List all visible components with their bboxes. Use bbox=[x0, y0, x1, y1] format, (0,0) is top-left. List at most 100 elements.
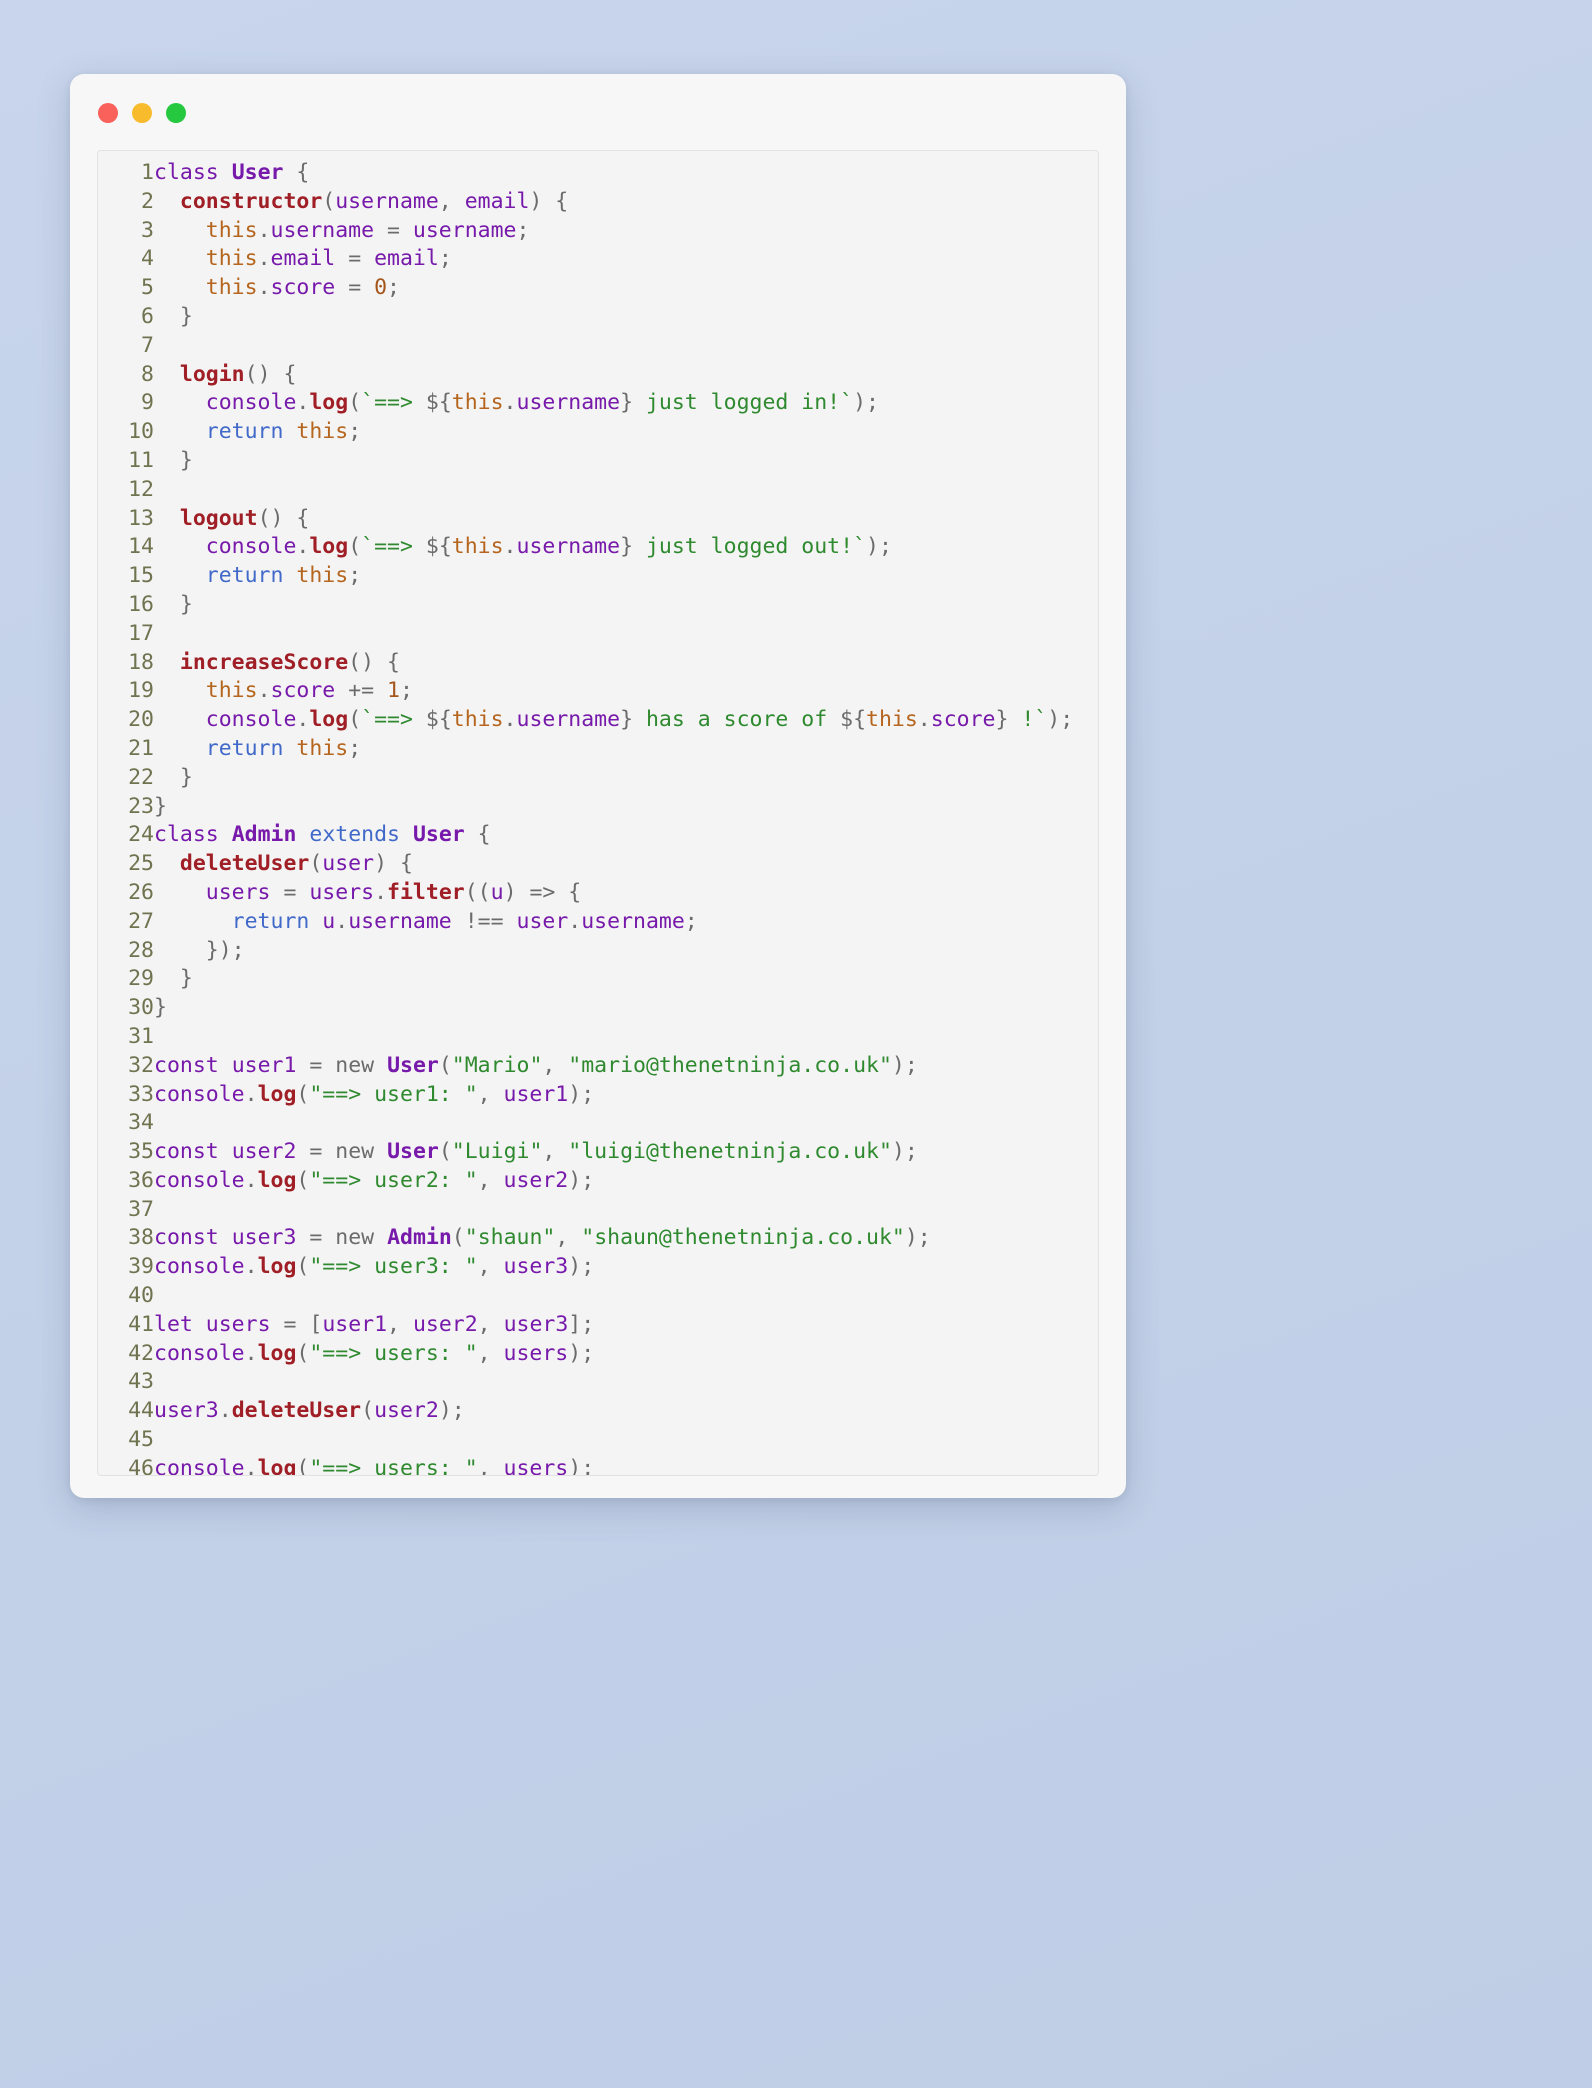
code-line: 2 constructor(username, email) { bbox=[98, 188, 1073, 217]
code-line: 20 console.log(`==> ${this.username} has… bbox=[98, 706, 1073, 735]
code-line-content[interactable]: } bbox=[154, 764, 1073, 793]
code-line-content[interactable]: }); bbox=[154, 937, 1073, 966]
code-line: 12 bbox=[98, 476, 1073, 505]
code-line-content[interactable] bbox=[154, 1368, 1073, 1397]
code-line-content[interactable]: console.log(`==> ${this.username} just l… bbox=[154, 389, 1073, 418]
maximize-button[interactable] bbox=[166, 103, 186, 123]
close-button[interactable] bbox=[98, 103, 118, 123]
code-line: 19 this.score += 1; bbox=[98, 677, 1073, 706]
code-line: 46 console.log("==> users: ", users); bbox=[98, 1455, 1073, 1476]
code-line-content[interactable]: logout() { bbox=[154, 505, 1073, 534]
code-line: 24 class Admin extends User { bbox=[98, 821, 1073, 850]
line-number: 15 bbox=[128, 563, 154, 589]
code-line-content[interactable]: this.score += 1; bbox=[154, 677, 1073, 706]
code-line: 21 return this; bbox=[98, 735, 1073, 764]
line-number: 23 bbox=[128, 793, 154, 819]
line-number: 39 bbox=[128, 1254, 154, 1280]
code-line: 6 } bbox=[98, 303, 1073, 332]
line-number: 5 bbox=[141, 275, 154, 301]
code-line-content[interactable]: class User { bbox=[154, 159, 1073, 188]
code-line-content[interactable]: } bbox=[154, 447, 1073, 476]
code-line-content[interactable]: this.score = 0; bbox=[154, 274, 1073, 303]
code-line: 14 console.log(`==> ${this.username} jus… bbox=[98, 533, 1073, 562]
line-number: 17 bbox=[128, 620, 154, 646]
code-line: 35 const user2 = new User("Luigi", "luigi… bbox=[98, 1138, 1073, 1167]
line-number: 31 bbox=[128, 1023, 154, 1049]
code-line: 32 const user1 = new User("Mario", "mario… bbox=[98, 1052, 1073, 1081]
code-line-content[interactable] bbox=[154, 1023, 1073, 1052]
line-number: 26 bbox=[128, 879, 154, 905]
code-line-content[interactable] bbox=[154, 476, 1073, 505]
code-line-content[interactable]: console.log(`==> ${this.username} just l… bbox=[154, 533, 1073, 562]
code-lines: 1 class User {2 constructor(username, ema… bbox=[98, 159, 1073, 1476]
line-number: 30 bbox=[128, 995, 154, 1021]
code-line-content[interactable]: let users = [user1, user2, user3]; bbox=[154, 1311, 1073, 1340]
code-line-content[interactable]: console.log("==> users: ", users); bbox=[154, 1340, 1073, 1369]
code-line-content[interactable]: } bbox=[154, 591, 1073, 620]
code-line-content[interactable] bbox=[154, 1196, 1073, 1225]
line-number: 32 bbox=[128, 1052, 154, 1078]
code-line: 39 console.log("==> user3: ", user3); bbox=[98, 1253, 1073, 1282]
desktop-background: 1 class User {2 constructor(username, ema… bbox=[0, 0, 1592, 2088]
code-line-content[interactable] bbox=[154, 620, 1073, 649]
code-pane[interactable]: 1 class User {2 constructor(username, ema… bbox=[97, 150, 1099, 1476]
code-line-content[interactable]: const user2 = new User("Luigi", "luigi@t… bbox=[154, 1138, 1073, 1167]
code-line-content[interactable]: class Admin extends User { bbox=[154, 821, 1073, 850]
code-line-content[interactable]: this.username = username; bbox=[154, 217, 1073, 246]
minimize-button[interactable] bbox=[132, 103, 152, 123]
line-number: 3 bbox=[141, 217, 154, 243]
code-line: 41 let users = [user1, user2, user3]; bbox=[98, 1311, 1073, 1340]
line-number: 42 bbox=[128, 1340, 154, 1366]
line-number: 33 bbox=[128, 1081, 154, 1107]
code-line-content[interactable]: console.log("==> user1: ", user1); bbox=[154, 1081, 1073, 1110]
line-number: 2 bbox=[141, 188, 154, 214]
line-number: 8 bbox=[141, 361, 154, 387]
code-line-content[interactable]: return this; bbox=[154, 562, 1073, 591]
code-line-content[interactable]: return u.username !== user.username; bbox=[154, 908, 1073, 937]
code-line-content[interactable]: const user1 = new User("Mario", "mario@t… bbox=[154, 1052, 1073, 1081]
code-line-content[interactable]: console.log("==> users: ", users); bbox=[154, 1455, 1073, 1475]
line-number: 35 bbox=[128, 1139, 154, 1165]
code-line-content[interactable]: console.log("==> user2: ", user2); bbox=[154, 1167, 1073, 1196]
code-line: 31 bbox=[98, 1023, 1073, 1052]
code-line-content[interactable]: constructor(username, email) { bbox=[154, 188, 1073, 217]
code-line-content[interactable]: increaseScore() { bbox=[154, 649, 1073, 678]
code-line-content[interactable]: login() { bbox=[154, 361, 1073, 390]
line-number: 46 bbox=[128, 1455, 154, 1476]
code-line-content[interactable]: user3.deleteUser(user2); bbox=[154, 1397, 1073, 1426]
code-line-content[interactable]: this.email = email; bbox=[154, 245, 1073, 274]
code-line-content[interactable] bbox=[154, 1282, 1073, 1311]
code-line: 28 }); bbox=[98, 937, 1073, 966]
line-number: 43 bbox=[128, 1369, 154, 1395]
code-line: 27 return u.username !== user.username; bbox=[98, 908, 1073, 937]
code-line: 11 } bbox=[98, 447, 1073, 476]
code-line-content[interactable] bbox=[154, 1109, 1073, 1138]
code-line-content[interactable]: deleteUser(user) { bbox=[154, 850, 1073, 879]
line-number: 27 bbox=[128, 908, 154, 934]
line-number: 37 bbox=[128, 1196, 154, 1222]
code-line-content[interactable] bbox=[154, 332, 1073, 361]
code-line-content[interactable]: } bbox=[154, 994, 1073, 1023]
code-line-content[interactable]: } bbox=[154, 303, 1073, 332]
code-scroll-area[interactable]: 1 class User {2 constructor(username, ema… bbox=[98, 151, 1098, 1476]
line-number: 1 bbox=[141, 160, 154, 185]
code-line-content[interactable]: console.log(`==> ${this.username} has a … bbox=[154, 706, 1073, 735]
code-line-content[interactable]: console.log("==> user3: ", user3); bbox=[154, 1253, 1073, 1282]
code-line-content[interactable]: } bbox=[154, 965, 1073, 994]
code-line: 38 const user3 = new Admin("shaun", "shau… bbox=[98, 1224, 1073, 1253]
code-line-content[interactable]: const user3 = new Admin("shaun", "shaun@… bbox=[154, 1224, 1073, 1253]
code-line-content[interactable]: } bbox=[154, 793, 1073, 822]
line-number: 13 bbox=[128, 505, 154, 531]
code-line-content[interactable]: return this; bbox=[154, 418, 1073, 447]
code-line: 4 this.email = email; bbox=[98, 245, 1073, 274]
window-titlebar bbox=[70, 74, 1126, 152]
code-line-content[interactable]: return this; bbox=[154, 735, 1073, 764]
code-line: 17 bbox=[98, 620, 1073, 649]
line-number: 10 bbox=[128, 419, 154, 445]
line-number: 36 bbox=[128, 1167, 154, 1193]
code-line: 34 bbox=[98, 1109, 1073, 1138]
code-line-content[interactable]: users = users.filter((u) => { bbox=[154, 879, 1073, 908]
code-line: 43 bbox=[98, 1368, 1073, 1397]
code-line-content[interactable] bbox=[154, 1426, 1073, 1455]
line-number: 16 bbox=[128, 591, 154, 617]
